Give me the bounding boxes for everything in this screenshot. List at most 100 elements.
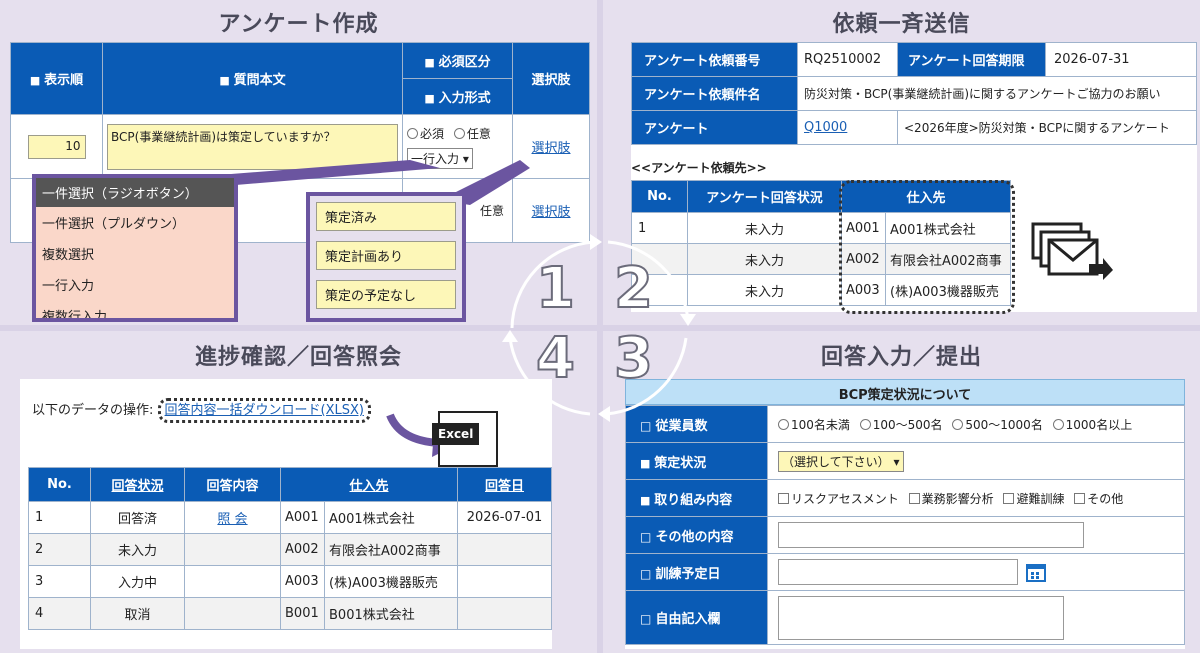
section-title: 依頼一斉送信 [832, 12, 971, 37]
row-status: 未入力 [687, 243, 842, 275]
dropdown-option[interactable]: 一行入力 [36, 269, 234, 300]
answers-table: No. 回答状況 回答内容 仕入先 回答日 1 回答済 照 会 A001 A00… [28, 467, 552, 630]
row-date [457, 597, 552, 630]
dropdown-option[interactable]: 複数行入力 [36, 300, 234, 318]
col-supplier[interactable]: 仕入先 [280, 467, 458, 502]
subject-value: 防災対策・BCP(事業継続計画)に関するアンケートご協力のお願い [797, 76, 1197, 111]
training-label: 訓練予定日 [625, 553, 768, 591]
subject-label: アンケート依頼件名 [631, 76, 798, 111]
row-status: 未入力 [90, 533, 185, 566]
row-name: A001株式会社 [324, 501, 458, 534]
step-2: 2 [613, 255, 654, 322]
row-name: (株)A003機器販売 [324, 565, 458, 598]
bulk-download-link[interactable]: 回答内容一括ダウンロード(XLSX) [157, 398, 371, 423]
req-no-label: アンケート依頼番号 [631, 42, 798, 77]
row-code: B001 [280, 597, 325, 630]
dropdown-option[interactable]: 一件選択（プルダウン） [36, 207, 234, 238]
other-input[interactable] [778, 522, 1084, 548]
row-status: 未入力 [687, 212, 842, 244]
col-no: No. [631, 180, 688, 213]
employees-radio[interactable] [778, 418, 789, 430]
effort-checkbox[interactable] [778, 492, 789, 504]
training-date-input[interactable] [778, 559, 1018, 585]
step-4: 4 [535, 325, 576, 392]
progress-panel: 以下のデータの操作: 回答内容一括ダウンロード(XLSX) Excel No. … [20, 379, 552, 649]
row-status: 入力中 [90, 565, 185, 598]
row-code: A003 [280, 565, 325, 598]
effort-checkbox[interactable] [908, 492, 920, 504]
choice-input[interactable]: 策定の予定なし [316, 280, 456, 309]
request-info-table: アンケート依頼番号 RQ2510002 アンケート回答期限 2026-07-31… [631, 42, 1197, 145]
survey-label: アンケート [631, 110, 798, 145]
radio-label: 100～500名 [872, 417, 943, 432]
row-content [184, 565, 281, 598]
row-date: 2026-07-01 [457, 501, 552, 534]
view-answer-link[interactable]: 照 会 [217, 512, 247, 527]
ops-label: 以下のデータの操作: [32, 403, 154, 418]
dropdown-option[interactable]: 一件選択（ラジオボタン） [36, 178, 234, 207]
excel-label: Excel [432, 423, 480, 445]
row-content [184, 533, 281, 566]
effort-checkbox[interactable] [1074, 492, 1086, 504]
choices-list: 策定済み 策定計画あり 策定の予定なし [306, 192, 466, 322]
bulk-mail-icon [1031, 222, 1113, 280]
checkbox-label: 業務影響分析 [921, 491, 994, 506]
row-no: 4 [28, 597, 91, 630]
col-date[interactable]: 回答日 [457, 467, 552, 502]
row-no: 2 [28, 533, 91, 566]
row-date [457, 533, 552, 566]
table-row: 4 取消 B001 B001株式会社 [28, 597, 552, 630]
input-type-dropdown[interactable]: 一件選択（ラジオボタン） 一件選択（プルダウン） 複数選択 一行入力 複数行入力 [32, 174, 238, 322]
employees-radio[interactable] [1052, 418, 1064, 430]
row-name: B001株式会社 [324, 597, 458, 630]
effort-checkbox[interactable] [1003, 492, 1015, 504]
table-row: 1 回答済 照 会 A001 A001株式会社 2026-07-01 [28, 501, 552, 534]
free-label: 自由記入欄 [625, 590, 768, 645]
dropdown-option[interactable]: 複数選択 [36, 238, 234, 269]
row-status: 未入力 [687, 274, 842, 306]
other-label: その他の内容 [625, 516, 768, 554]
excel-icon: Excel [432, 411, 498, 467]
row-status: 回答済 [90, 501, 185, 534]
deadline-label: アンケート回答期限 [897, 42, 1046, 77]
supplier-highlight [839, 180, 1015, 314]
choice-input[interactable]: 策定計画あり [316, 241, 456, 270]
workflow-cycle [502, 234, 696, 422]
row-name: 有限会社A002商事 [324, 533, 458, 566]
row-status: 取消 [90, 597, 185, 630]
row-content [184, 597, 281, 630]
col-status[interactable]: 回答状況 [90, 467, 185, 502]
table-row: 2 未入力 A002 有限会社A002商事 [28, 533, 552, 566]
row-no: 3 [28, 565, 91, 598]
survey-name: <2026年度>防災対策・BCPに関するアンケート [897, 110, 1197, 145]
checkbox-label: その他 [1087, 491, 1124, 506]
free-textarea[interactable] [778, 595, 1064, 640]
answer-form-panel: BCP策定状況について 従業員数 100名未満 100～500名 500～100… [625, 379, 1185, 649]
checkbox-label: リスクアセスメント [791, 491, 899, 506]
radio-label: 100名未満 [791, 417, 850, 432]
col-status: アンケート回答状況 [687, 180, 842, 213]
request-panel: アンケート依頼番号 RQ2510002 アンケート回答期限 2026-07-31… [631, 42, 1197, 314]
row-date [457, 565, 552, 598]
deadline-value: 2026-07-31 [1045, 42, 1197, 77]
step-3: 3 [613, 325, 654, 392]
survey-link[interactable]: Q1000 [804, 120, 847, 135]
recipients-caption: <<アンケート依頼先>> [631, 161, 767, 175]
employees-radio[interactable] [952, 418, 964, 430]
checkbox-label: 避難訓練 [1016, 491, 1065, 506]
efforts-label: 取り組み内容 [625, 479, 768, 517]
col-no: No. [28, 467, 91, 502]
row-code: A001 [280, 501, 325, 534]
employees-radio[interactable] [859, 418, 871, 430]
status-label: 策定状況 [625, 442, 768, 480]
form-header: BCP策定状況について [625, 379, 1185, 405]
col-content: 回答内容 [184, 467, 281, 502]
answer-form-table: 従業員数 100名未満 100～500名 500～1000名 1000名以上 策… [625, 405, 1185, 645]
calendar-icon[interactable] [1026, 562, 1047, 582]
row-no: 1 [28, 501, 91, 534]
table-row: 3 入力中 A003 (株)A003機器販売 [28, 565, 552, 598]
req-no-value: RQ2510002 [797, 42, 898, 77]
choice-input[interactable]: 策定済み [316, 202, 456, 231]
status-select[interactable]: （選択して下さい） [778, 450, 904, 472]
row-code: A002 [280, 533, 325, 566]
